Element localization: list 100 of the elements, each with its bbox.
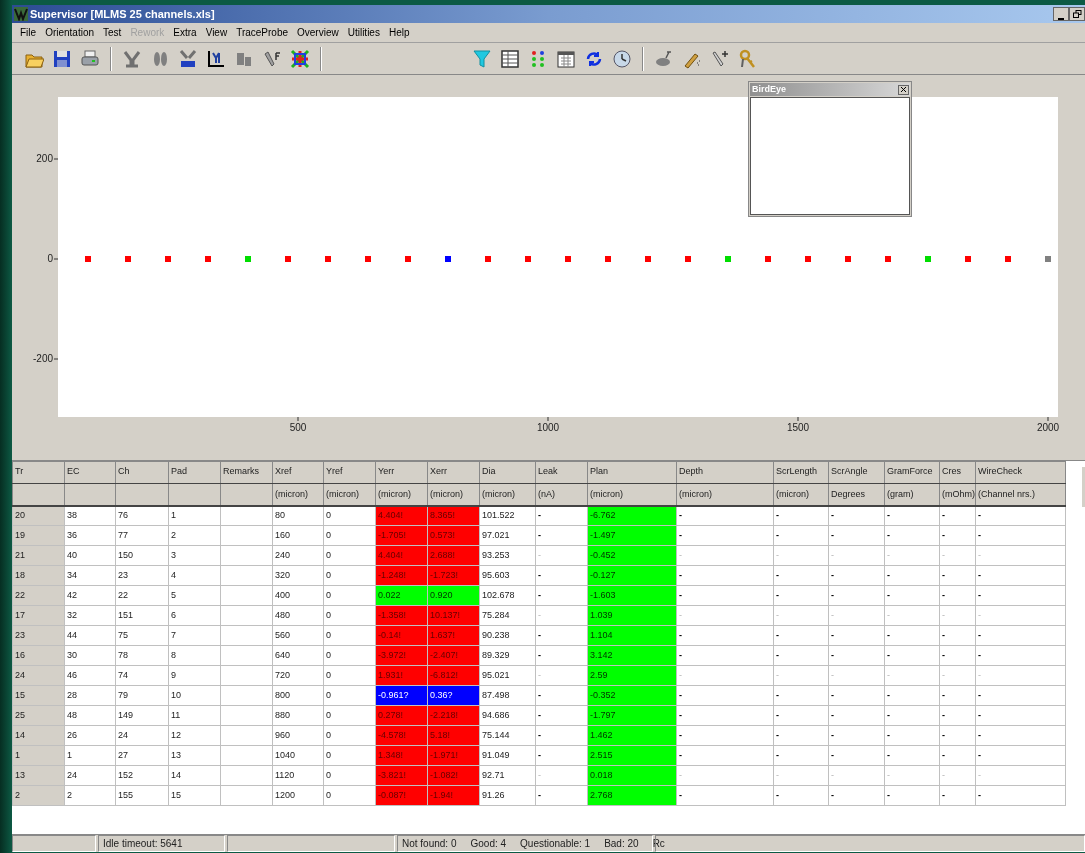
table-cell: 151	[115, 605, 169, 626]
table-cell: -	[676, 685, 774, 706]
menu-item[interactable]: Overview	[297, 25, 339, 40]
table-cell: -	[975, 785, 1066, 806]
column-header[interactable]: ScrLength	[773, 461, 829, 484]
table-cell: -	[535, 785, 588, 806]
table-cell: -	[676, 745, 774, 766]
xy-axis-icon[interactable]	[206, 48, 226, 69]
table-cell: 1040	[272, 745, 324, 766]
table-cell: 9	[168, 665, 221, 686]
table-icon[interactable]	[500, 48, 520, 69]
menu-item[interactable]: Utilities	[347, 25, 380, 40]
table-cell: -	[828, 725, 885, 746]
column-header[interactable]: Tr	[12, 461, 65, 484]
row-header[interactable]: 13	[12, 765, 65, 786]
row-header[interactable]: 19	[12, 525, 65, 546]
menu-item[interactable]: Help	[388, 25, 410, 40]
table-cell: -	[975, 585, 1066, 606]
table-cell: 480	[272, 605, 324, 626]
row-header[interactable]: 2	[12, 785, 65, 806]
color-grid-icon[interactable]	[290, 48, 310, 69]
row-header[interactable]: 20	[12, 505, 65, 526]
table-cell: 77	[115, 525, 169, 546]
column-header[interactable]: Cres	[939, 461, 976, 484]
table-cell: -	[828, 565, 885, 586]
table-cell: -	[535, 665, 588, 686]
table-cell: 0	[323, 525, 376, 546]
column-header[interactable]: Dia	[479, 461, 536, 484]
status-text: Not found: 0	[402, 837, 457, 851]
table-cell: 32	[64, 605, 116, 626]
row-header[interactable]: 22	[12, 585, 65, 606]
table-cell: -	[884, 745, 940, 766]
row-header[interactable]: 23	[12, 625, 65, 646]
row-header[interactable]: 24	[12, 665, 65, 686]
column-header[interactable]: Remarks	[220, 461, 273, 484]
needle-icon[interactable]	[710, 48, 730, 69]
table-cell: 22	[115, 585, 169, 606]
column-header[interactable]: EC	[64, 461, 116, 484]
table-cell: 95.021	[479, 665, 536, 686]
close-button[interactable]	[898, 84, 909, 95]
column-header[interactable]: Yerr	[375, 461, 428, 484]
table-cell: -	[828, 505, 885, 526]
probe-icon[interactable]	[122, 48, 142, 69]
table-cell: 400	[272, 585, 324, 606]
row-header[interactable]: 1	[12, 745, 65, 766]
table-cell: -	[828, 645, 885, 666]
menu-item[interactable]: Extra	[173, 25, 197, 40]
table-cell: 240	[272, 545, 324, 566]
table-cell: 6	[168, 605, 221, 626]
table-cell: 92.71	[479, 765, 536, 786]
column-header[interactable]: Xref	[272, 461, 324, 484]
table-cell: -	[939, 725, 976, 746]
keys-icon[interactable]	[738, 48, 758, 69]
column-header[interactable]: Depth	[676, 461, 774, 484]
menu-item[interactable]: Test	[103, 25, 122, 40]
menu-item[interactable]: View	[205, 25, 228, 40]
menu-item[interactable]: Orientation	[45, 25, 95, 40]
column-header[interactable]: Leak	[535, 461, 588, 484]
column-header[interactable]: Yref	[323, 461, 376, 484]
table-cell: -	[535, 585, 588, 606]
status-text: Bad: 20	[604, 837, 639, 851]
calendar-icon[interactable]	[556, 48, 576, 69]
row-header[interactable]: 25	[12, 705, 65, 726]
table-cell: 80	[272, 505, 324, 526]
table-cell: 27	[115, 745, 169, 766]
table-cell: -	[975, 545, 1066, 566]
clock-icon[interactable]	[612, 48, 632, 69]
table-cell: -	[828, 685, 885, 706]
table-cell: 40	[64, 545, 116, 566]
table-cell: 320	[272, 565, 324, 586]
table-cell: 13	[168, 745, 221, 766]
axis-label: 1000	[536, 422, 560, 433]
column-header[interactable]: Pad	[168, 461, 221, 484]
column-header[interactable]: Ch	[115, 461, 169, 484]
panel-title: BirdEye	[751, 82, 787, 96]
scrollbar[interactable]	[1082, 467, 1085, 507]
printer-icon[interactable]	[80, 48, 100, 69]
column-header[interactable]: ScrAngle	[828, 461, 885, 484]
menu-item[interactable]: File	[20, 25, 37, 40]
table-cell: 960	[272, 725, 324, 746]
table-cell: 28	[64, 685, 116, 706]
row-header[interactable]: 17	[12, 605, 65, 626]
menu-item[interactable]: TraceProbe	[236, 25, 288, 40]
row-header[interactable]: 18	[12, 565, 65, 586]
column-header[interactable]: WireCheck	[975, 461, 1066, 484]
table-cell: -	[535, 565, 588, 586]
table-cell: -	[535, 545, 588, 566]
axis-label: -200	[33, 353, 53, 364]
row-header[interactable]: 16	[12, 645, 65, 666]
restore-button[interactable]	[1069, 7, 1085, 21]
status-text: Questionable: 1	[520, 837, 591, 851]
splitter[interactable]	[12, 454, 1085, 461]
row-header[interactable]: 15	[12, 685, 65, 706]
save-icon[interactable]	[52, 48, 72, 69]
row-header[interactable]: 21	[12, 545, 65, 566]
column-header[interactable]: GramForce	[884, 461, 940, 484]
column-header[interactable]: Plan	[587, 461, 677, 484]
row-header[interactable]: 14	[12, 725, 65, 746]
column-header[interactable]: Xerr	[427, 461, 480, 484]
minimize-button[interactable]	[1053, 7, 1069, 21]
